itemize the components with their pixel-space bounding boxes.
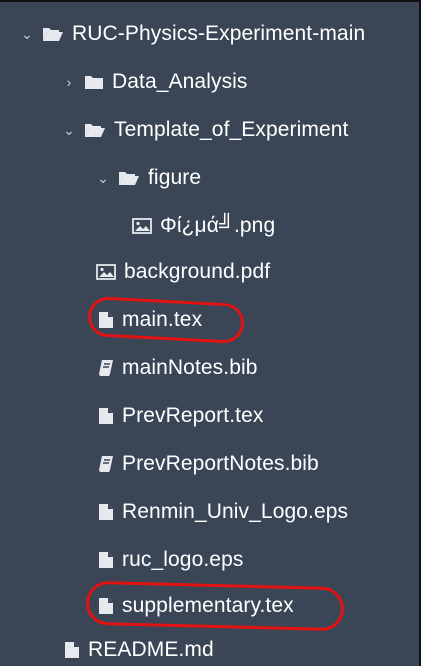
tree-item-label: figure xyxy=(148,166,202,189)
tree-item-mainnotes-bib[interactable]: mainNotes.bib xyxy=(0,344,419,392)
image-file-icon xyxy=(96,264,116,280)
file-icon xyxy=(98,551,114,569)
tree-item-image-png[interactable]: Φί¿μά╝.png xyxy=(0,202,419,250)
tree-item-label: RUC-Physics-Experiment-main xyxy=(72,22,366,45)
folder-open-icon xyxy=(118,170,140,186)
tree-item-main-tex[interactable]: main.tex xyxy=(0,296,419,344)
folder-open-icon xyxy=(42,26,64,42)
tree-item-label: PrevReport.tex xyxy=(122,404,264,427)
image-file-icon xyxy=(132,218,152,234)
file-icon xyxy=(98,503,114,521)
tree-item-prevreport-tex[interactable]: PrevReport.tex xyxy=(0,392,419,440)
chevron-down-icon[interactable]: ⌄ xyxy=(20,26,34,42)
tree-item-label: README.md xyxy=(88,638,214,661)
tree-item-supplementary-tex[interactable]: supplementary.tex xyxy=(0,582,419,630)
tree-item-label: background.pdf xyxy=(124,260,271,283)
tree-item-root[interactable]: ⌄ RUC-Physics-Experiment-main xyxy=(0,10,419,58)
tree-item-ruc-logo-eps[interactable]: ruc_logo.eps xyxy=(0,536,419,584)
chevron-down-icon[interactable]: ⌄ xyxy=(96,170,110,186)
tree-item-label: Renmin_Univ_Logo.eps xyxy=(122,500,349,523)
file-tree-panel: ⌄ RUC-Physics-Experiment-main › Data_Ana… xyxy=(0,0,421,666)
folder-open-icon xyxy=(84,122,106,138)
tree-item-readme-md[interactable]: README.md xyxy=(0,626,419,666)
chevron-right-icon[interactable]: › xyxy=(62,74,76,90)
tree-item-label: ruc_logo.eps xyxy=(122,548,244,571)
folder-closed-icon xyxy=(84,74,104,90)
file-icon xyxy=(64,641,80,659)
tree-item-label: supplementary.tex xyxy=(122,594,294,617)
file-icon xyxy=(98,407,114,425)
tree-item-background-pdf[interactable]: background.pdf xyxy=(0,248,419,296)
tree-item-label: Φί¿μά╝.png xyxy=(160,214,276,237)
file-icon xyxy=(98,597,114,615)
book-icon xyxy=(98,359,114,377)
tree-item-label: Template_of_Experiment xyxy=(114,118,349,141)
tree-item-label: PrevReportNotes.bib xyxy=(122,452,319,475)
tree-item-label: Data_Analysis xyxy=(112,70,248,93)
tree-item-template[interactable]: ⌄ Template_of_Experiment xyxy=(0,106,419,154)
tree-item-prevreportnotes-bib[interactable]: PrevReportNotes.bib xyxy=(0,440,419,488)
book-icon xyxy=(98,455,114,473)
tree-item-label: main.tex xyxy=(122,308,203,331)
tree-item-figure[interactable]: ⌄ figure xyxy=(0,154,419,202)
tree-item-renmin-logo-eps[interactable]: Renmin_Univ_Logo.eps xyxy=(0,488,419,536)
file-icon xyxy=(98,311,114,329)
chevron-down-icon[interactable]: ⌄ xyxy=(62,122,76,138)
tree-item-data-analysis[interactable]: › Data_Analysis xyxy=(0,58,419,106)
tree-item-label: mainNotes.bib xyxy=(122,356,258,379)
